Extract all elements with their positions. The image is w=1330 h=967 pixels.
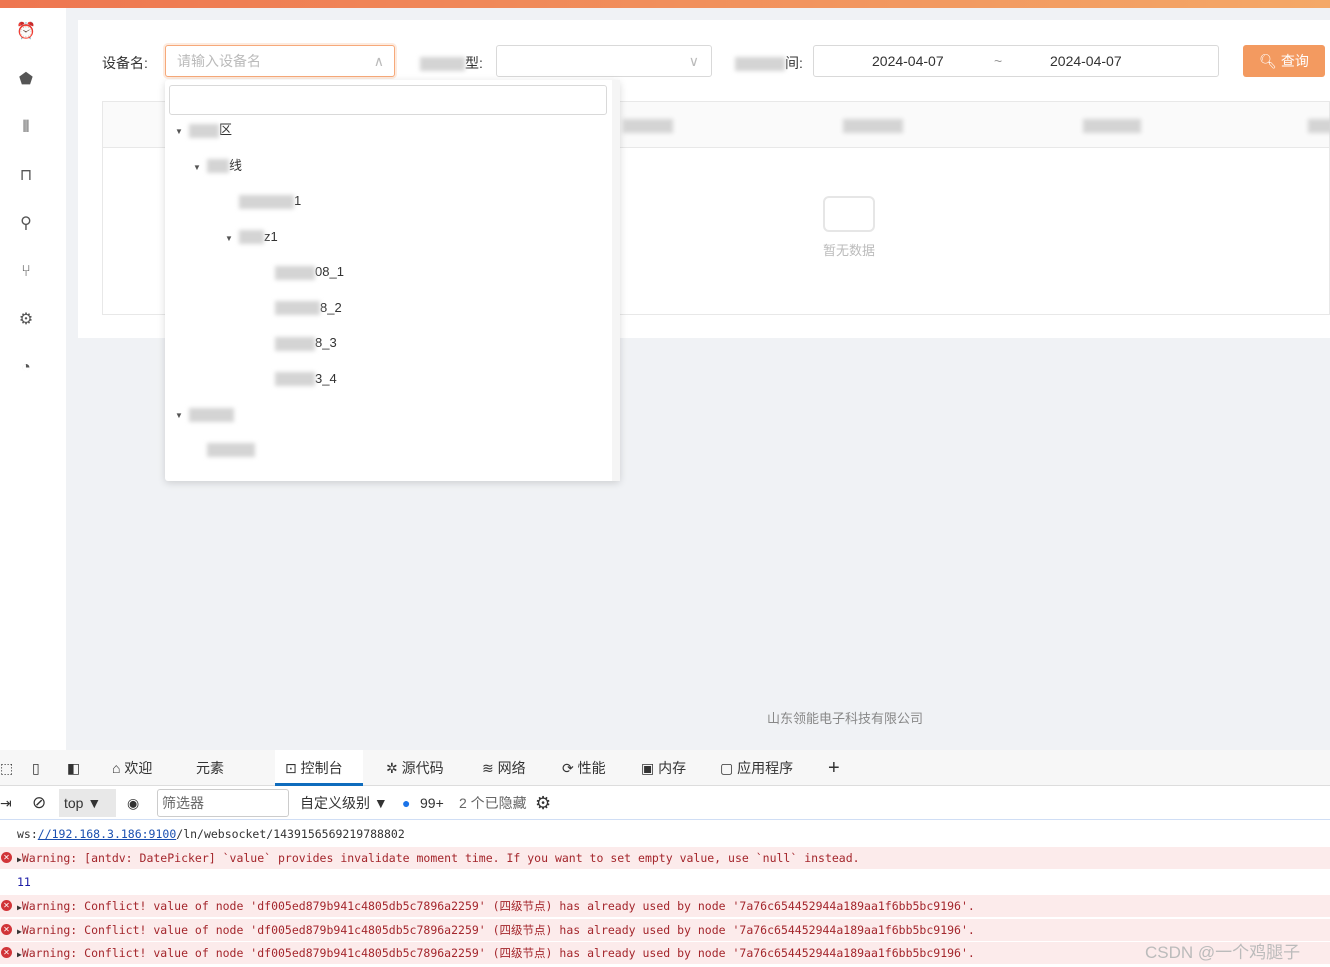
devtools-tab[interactable]: 元素	[196, 750, 224, 786]
tree-node[interactable]: 8_3	[261, 333, 337, 353]
sidebar: ⏰ ⬟ ⫴ ⊓ ⚲ ⑂ ⚙ ◔	[0, 8, 66, 750]
console-message[interactable]: ✕ ▶Warning: Conflict! value of node 'df00…	[0, 942, 1330, 964]
dashboard-icon[interactable]: ◔	[16, 358, 36, 378]
tree-select-dropdown: ▼ 区 ▼ 线 1 ▼ z1 08_1 8_2 8_3 3_4 ▼	[165, 80, 620, 481]
tree-node[interactable]: 08_1	[261, 262, 344, 282]
eye-icon[interactable]: ◉	[127, 786, 139, 820]
sidebar-toggle-icon[interactable]: ⇥	[0, 786, 12, 820]
devtools-tab[interactable]: ⊡ 控制台	[275, 750, 363, 786]
filter-input[interactable]: 筛选器	[157, 789, 289, 817]
error-icon: ✕	[1, 852, 12, 863]
home-icon: ⌂	[112, 760, 121, 776]
tree-node-label: 区	[219, 122, 233, 137]
devtools-panel: ⬚ ▯ ◧ ⌂ 欢迎 元素 ⊡ 控制台 ✲ 源代码 ≋ 网络 ⟳ 性能 ▣ 内存 ▢ 应用程…	[0, 750, 1330, 967]
query-label: 查询	[1280, 53, 1309, 69]
tree-node-label: 3_4	[315, 370, 337, 386]
devtools-tabs: ⬚ ▯ ◧ ⌂ 欢迎 元素 ⊡ 控制台 ✲ 源代码 ≋ 网络 ⟳ 性能 ▣ 内存 ▢ 应用程…	[0, 750, 1330, 786]
date-range-picker[interactable]: 2024-04-07 ~ 2024-04-07	[813, 45, 1219, 77]
date-separator: ~	[994, 53, 1003, 69]
error-icon: ✕	[1, 924, 12, 935]
console-message[interactable]: ✕ ▶Warning: Conflict! value of node 'df00…	[0, 895, 1330, 917]
tree-node[interactable]: ▼	[175, 404, 234, 424]
empty-box-icon	[823, 196, 875, 232]
type-label: 型:	[420, 53, 483, 73]
performance-icon: ⟳	[562, 760, 574, 776]
console-toolbar: ⇥ ⊘ top ▼ ◉ 筛选器 自定义级别 ▼ ● 99+ 2 个已隐藏 ⚙	[0, 786, 1330, 820]
console-message[interactable]: ✕ ▶Warning: [antdv: DatePicker] `value` p…	[0, 847, 1330, 869]
tree-node[interactable]: ▼ z1	[225, 227, 278, 247]
tree-node-label: 1	[294, 193, 302, 208]
add-tab-icon[interactable]: +	[828, 750, 840, 786]
console-link[interactable]: //192.168.3.186:9100	[38, 827, 176, 841]
scrollbar[interactable]	[612, 80, 620, 481]
empty-state: 暂无数据	[823, 196, 875, 259]
top-accent-bar	[0, 0, 1330, 8]
sliders-icon[interactable]: ⫴	[16, 118, 36, 138]
devtools-tab[interactable]: ▣ 内存	[641, 750, 686, 786]
date-end[interactable]: 2024-04-07	[1050, 46, 1122, 76]
message-count[interactable]: 99+	[420, 786, 444, 820]
plug-icon[interactable]: ⚲	[16, 214, 36, 234]
caret-down-icon[interactable]: ▼	[175, 406, 189, 426]
context-select[interactable]: top ▼	[59, 789, 116, 817]
tree-node-label: 线	[229, 157, 243, 173]
tree-node[interactable]: 3_4	[261, 369, 337, 389]
devtools-tab[interactable]: ✲ 源代码	[386, 750, 444, 786]
console-icon: ⊡	[285, 760, 297, 776]
console-message[interactable]: ws://192.168.3.186:9100/ln/websocket/143…	[0, 823, 1330, 845]
tree-node[interactable]: 1	[225, 191, 301, 211]
tree-node-label: 8_3	[315, 335, 337, 350]
tree-node-label: z1	[264, 228, 278, 244]
gear-icon[interactable]: ⚙	[16, 310, 36, 330]
devtools-tab[interactable]: ≋ 网络	[482, 750, 526, 786]
clear-console-icon[interactable]: ⊘	[32, 786, 46, 820]
query-button[interactable]: 🔍︎ 查询	[1243, 45, 1325, 77]
bug-icon: ✲	[386, 760, 398, 776]
inspect-icon[interactable]: ⬚	[0, 750, 13, 786]
tree-search-input[interactable]	[169, 85, 607, 115]
branch-icon[interactable]: ⑂	[16, 262, 36, 282]
device-select[interactable]: 请输入设备名 ∧	[165, 45, 395, 77]
settings-gear-icon[interactable]: ⚙	[535, 786, 551, 820]
hidden-count[interactable]: 2 个已隐藏	[459, 786, 527, 820]
chevron-up-icon: ∧	[373, 53, 384, 69]
tree-node-label: 8_2	[320, 299, 342, 315]
application-icon: ▢	[720, 760, 734, 776]
type-select[interactable]: ∨	[496, 45, 712, 77]
device-emulation-icon[interactable]: ▯	[32, 750, 40, 786]
console-message[interactable]: 11	[0, 871, 1330, 893]
tree-node-label: 08_1	[315, 264, 344, 279]
shield-icon[interactable]: ⬟	[16, 70, 36, 90]
device-label: 设备名:	[102, 55, 148, 71]
time-label: 间:	[735, 53, 803, 73]
error-icon: ✕	[1, 900, 12, 911]
caret-down-icon[interactable]: ▼	[225, 229, 239, 249]
tree-node[interactable]: 8_2	[261, 298, 342, 318]
devtools-tab[interactable]: ⌂ 欢迎	[112, 750, 152, 786]
chevron-down-icon: ∨	[688, 53, 699, 69]
message-icon: ●	[402, 795, 411, 811]
empty-text: 暂无数据	[823, 243, 876, 258]
console-message[interactable]: ✕ ▶Warning: Conflict! value of node 'df00…	[0, 919, 1330, 941]
level-select[interactable]: 自定义级别 ▼	[300, 786, 388, 820]
footer-company: 山东领能电子科技有限公司	[767, 711, 924, 726]
dock-icon[interactable]: ◧	[67, 750, 80, 786]
device-icon[interactable]: ⊓	[16, 166, 36, 186]
caret-down-icon[interactable]: ▼	[193, 158, 207, 178]
wifi-icon: ≋	[482, 760, 494, 776]
devtools-tab[interactable]: ▢ 应用程序	[720, 750, 793, 786]
device-placeholder: 请输入设备名	[177, 53, 261, 69]
memory-icon: ▣	[641, 760, 655, 776]
alarm-icon[interactable]: ⏰	[16, 22, 36, 42]
error-icon: ✕	[1, 947, 12, 958]
tree-node[interactable]: ▼ 区	[175, 120, 232, 140]
search-icon: 🔍︎	[1259, 53, 1277, 69]
tree-node[interactable]: ▼ 线	[193, 156, 242, 176]
date-start[interactable]: 2024-04-07	[872, 46, 944, 76]
tree-node[interactable]	[193, 440, 255, 460]
watermark: CSDN @一个鸡腿子	[1145, 943, 1301, 962]
caret-down-icon[interactable]: ▼	[175, 122, 189, 142]
devtools-tab[interactable]: ⟳ 性能	[562, 750, 606, 786]
